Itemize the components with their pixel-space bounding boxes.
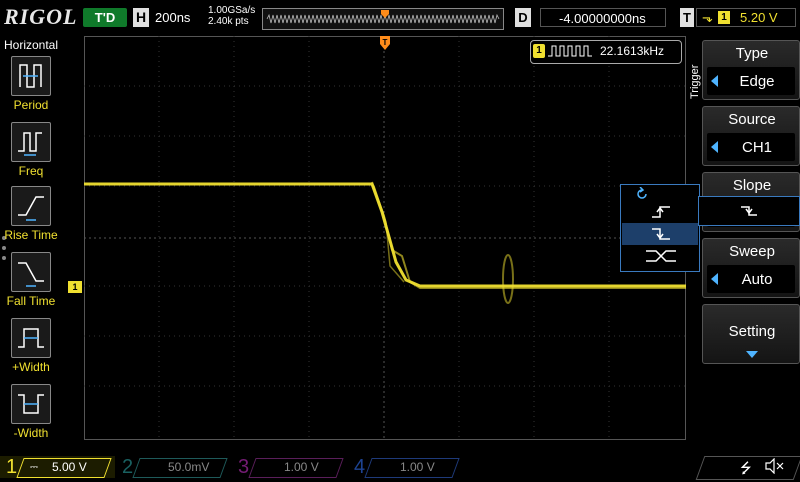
measure-freq-button[interactable]: Freq [0, 122, 62, 186]
left-arrow-icon [711, 273, 718, 285]
left-arrow-icon [711, 141, 718, 153]
horizontal-label: H [133, 8, 149, 27]
ch3-status-tab[interactable]: 3 1.00 V [232, 456, 347, 478]
value-box: Edge [707, 67, 795, 95]
measure-fall-time-button[interactable]: Fall Time [0, 252, 62, 316]
ch4-status-tab[interactable]: 4 1.00 V [348, 456, 463, 478]
ch2-status-tab[interactable]: 2 50.0mV [116, 456, 231, 478]
acquisition-info: 1.00GSa/s 2.40k pts [208, 5, 255, 27]
menu-value: Edge [739, 73, 775, 90]
left-arrow-icon [711, 75, 718, 87]
trigger-type-button[interactable]: Type Edge [702, 40, 800, 100]
memory-overview-strip [262, 8, 504, 30]
channel-scale: 1.00 V [400, 460, 435, 474]
ch1-status-tab[interactable]: 1 ⎓ 5.00 V [0, 456, 115, 478]
memory-depth: 2.40k pts [208, 16, 249, 27]
value-box: CH1 [707, 133, 795, 161]
channel-scale: 5.00 V [52, 460, 87, 474]
slope-either-option[interactable] [622, 245, 698, 267]
measure-label: Fall Time [6, 294, 56, 308]
freq-icon [11, 122, 51, 162]
falling-edge-icon [652, 228, 670, 240]
measure-label: -Width [13, 426, 49, 440]
top-status-bar: RIGOL T'D H 200ns 1.00GSa/s 2.40k pts D … [0, 0, 800, 36]
speaker-muted-icon[interactable] [764, 458, 784, 474]
period-icon [11, 56, 51, 96]
memory-waveform-icon [266, 10, 500, 24]
trigger-menu-label: Trigger [689, 64, 701, 99]
menu-value: CH1 [741, 139, 772, 156]
menu-title: Sweep [729, 243, 775, 260]
menu-value: Auto [741, 271, 773, 288]
waveform-display[interactable] [84, 36, 686, 440]
measure-period-button[interactable]: Period [0, 56, 62, 120]
measure-neg-width-button[interactable]: -Width [0, 384, 62, 448]
ch1-offset-marker[interactable]: 1 [68, 281, 82, 293]
falling-edge-icon: ⬎ [702, 10, 713, 25]
pulse-train-icon [548, 45, 592, 57]
channel-scale: 50.0mV [168, 460, 210, 474]
counter-channel-badge: 1 [533, 44, 545, 58]
menu-title: Type [735, 45, 769, 62]
menu-title: Source [728, 111, 776, 128]
delay-value[interactable]: -4.00000000ns [540, 8, 666, 27]
delay-label: D [515, 8, 531, 27]
channel-number: 4 [354, 456, 366, 478]
horizontal-measure-panel: Horizontal Period Freq Rise Time Fall Ti… [0, 36, 62, 444]
trigger-position-marker[interactable]: T [380, 36, 390, 56]
refresh-icon [637, 187, 647, 199]
fall-time-icon [11, 252, 51, 292]
usb-icon: ⭍ [740, 460, 752, 476]
trigger-sweep-button[interactable]: Sweep Auto [702, 238, 800, 298]
measure-pos-width-button[interactable]: +Width [0, 318, 62, 382]
trigger-channel-badge: 1 [718, 11, 730, 24]
channel-number: 1 [6, 456, 18, 478]
trigger-label: T [680, 8, 694, 27]
trigger-menu: Type Edge Source CH1 Slope Sweep Auto Se… [702, 36, 800, 440]
neg-width-icon [11, 384, 51, 424]
run-state-badge[interactable]: T'D [83, 8, 127, 27]
either-edge-icon [646, 250, 676, 262]
value-box: Auto [707, 265, 795, 293]
measure-label: Period [13, 98, 49, 112]
sample-rate: 1.00GSa/s [208, 5, 256, 16]
pos-width-icon [11, 318, 51, 358]
dc-coupling-icon: ⎓ [30, 462, 38, 473]
trigger-source-button[interactable]: Source CH1 [702, 106, 800, 166]
rise-time-icon [11, 186, 51, 226]
panel-title: Horizontal [3, 38, 59, 52]
slope-rising-option[interactable] [622, 201, 698, 223]
chevron-down-icon [746, 351, 758, 358]
timebase-value[interactable]: 200ns [155, 10, 190, 25]
measure-rise-time-button[interactable]: Rise Time [0, 186, 62, 250]
slope-selection-indicator [698, 196, 800, 226]
falling-edge-icon [741, 206, 757, 216]
rigol-logo: RIGOL [4, 4, 78, 29]
counter-value: 22.1613kHz [600, 44, 665, 58]
measure-label: +Width [12, 360, 50, 374]
trigger-level-value: 5.20 V [740, 10, 778, 25]
channel-number: 2 [122, 456, 134, 478]
slope-options-popup [620, 184, 700, 272]
menu-title: Setting [728, 323, 776, 340]
graticule [84, 36, 686, 440]
menu-title: Slope [732, 177, 772, 194]
channel-number: 3 [238, 456, 250, 478]
slope-falling-option[interactable] [622, 223, 698, 245]
rising-edge-icon [652, 206, 670, 218]
trigger-setting-button[interactable]: Setting [702, 304, 800, 364]
channel-status-bar: 1 ⎓ 5.00 V 2 50.0mV 3 1.00 V 4 1.00 V ⭍ [0, 452, 800, 480]
channel-scale: 1.00 V [284, 460, 319, 474]
measure-label: Rise Time [4, 228, 58, 242]
svg-text:T: T [383, 38, 388, 47]
measure-label: Freq [18, 164, 44, 178]
